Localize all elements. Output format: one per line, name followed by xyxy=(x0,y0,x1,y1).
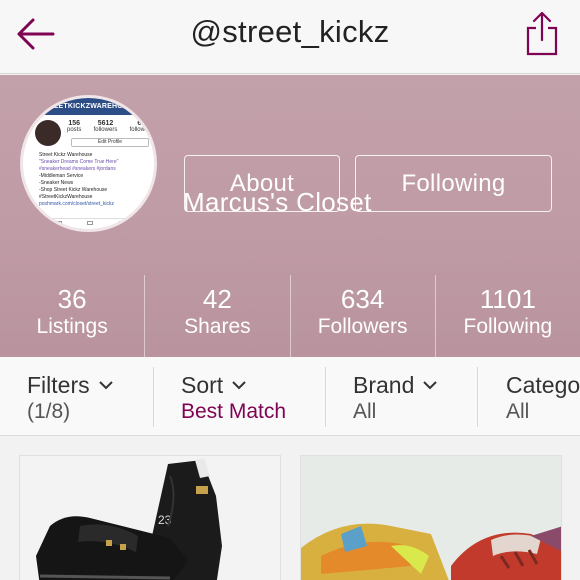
stat-following[interactable]: 1101 Following xyxy=(436,275,580,357)
about-button[interactable]: About xyxy=(184,155,340,212)
listing-card[interactable] xyxy=(300,455,562,580)
filter-value: Best Match xyxy=(181,400,287,423)
avatar-stat: 5612 followers xyxy=(93,120,118,133)
filter-label: Sort xyxy=(181,372,224,398)
avatar[interactable]: STREETKICKZWAREHOUSE 156 posts 5612 follow… xyxy=(20,95,157,232)
profile-header: STREETKICKZWAREHOUSE 156 posts 5612 follow… xyxy=(0,75,580,357)
stat-label: Shares xyxy=(184,315,251,338)
closet-screen: @street_kickz STREETKICKZWAREHOUSE 156 po… xyxy=(0,0,580,580)
avatar-tab-bar xyxy=(43,218,138,226)
avatar-stats: 156 posts 5612 followers 64 following xyxy=(67,120,153,134)
stat-label: Listings xyxy=(36,315,108,338)
share-button[interactable] xyxy=(522,10,562,58)
top-bar: @street_kickz xyxy=(0,0,580,74)
avatar-bio: Street Kickz Warehouse "Sneaker Dreams C… xyxy=(39,152,119,207)
filter-value: All xyxy=(506,400,530,423)
stat-followers[interactable]: 634 Followers xyxy=(291,275,436,357)
chevron-down-icon xyxy=(232,381,246,390)
avatar-edit-profile: Edit Profile xyxy=(71,138,149,147)
filter-sort[interactable]: Sort Best Match xyxy=(154,357,325,436)
avatar-stat: 64 following xyxy=(129,120,153,133)
stat-label: Following xyxy=(463,315,553,338)
stat-listings[interactable]: 36 Listings xyxy=(0,275,146,357)
filter-label: Brand xyxy=(353,372,415,398)
stat-value: 1101 xyxy=(479,284,536,314)
listing-grid: 23 xyxy=(0,437,580,580)
closet-stats: 36 Listings 42 Shares 634 Followers 1101… xyxy=(0,275,580,357)
following-button[interactable]: Following xyxy=(355,155,552,212)
stat-value: 634 xyxy=(340,284,385,314)
filter-value: (1/8) xyxy=(27,400,71,423)
listing-card[interactable]: 23 xyxy=(19,455,281,580)
share-icon xyxy=(526,11,558,56)
page-title: @street_kickz xyxy=(190,14,390,49)
filter-label: Filters xyxy=(27,372,90,398)
stat-label: Followers xyxy=(317,315,408,338)
filter-value: All xyxy=(353,400,377,423)
stat-value: 42 xyxy=(202,284,232,314)
filter-brand[interactable]: Brand All xyxy=(326,357,477,436)
sneaker-image xyxy=(301,456,561,580)
chevron-down-icon xyxy=(423,381,438,390)
filter-filters[interactable]: Filters (1/8) xyxy=(0,357,153,436)
stat-value: 36 xyxy=(57,284,87,314)
stat-shares[interactable]: 42 Shares xyxy=(145,275,291,357)
filter-label: Category xyxy=(506,372,580,398)
chevron-down-icon xyxy=(98,381,113,390)
avatar-stat: 156 posts xyxy=(67,120,82,133)
filter-category[interactable]: Category All xyxy=(478,357,580,436)
avatar-profile-pic xyxy=(35,120,61,146)
sneaker-image: 23 xyxy=(20,456,280,580)
filter-bar: Filters (1/8) Sort Best Match Brand All … xyxy=(0,357,580,436)
avatar-banner: STREETKICKZWAREHOUSE xyxy=(23,98,154,115)
